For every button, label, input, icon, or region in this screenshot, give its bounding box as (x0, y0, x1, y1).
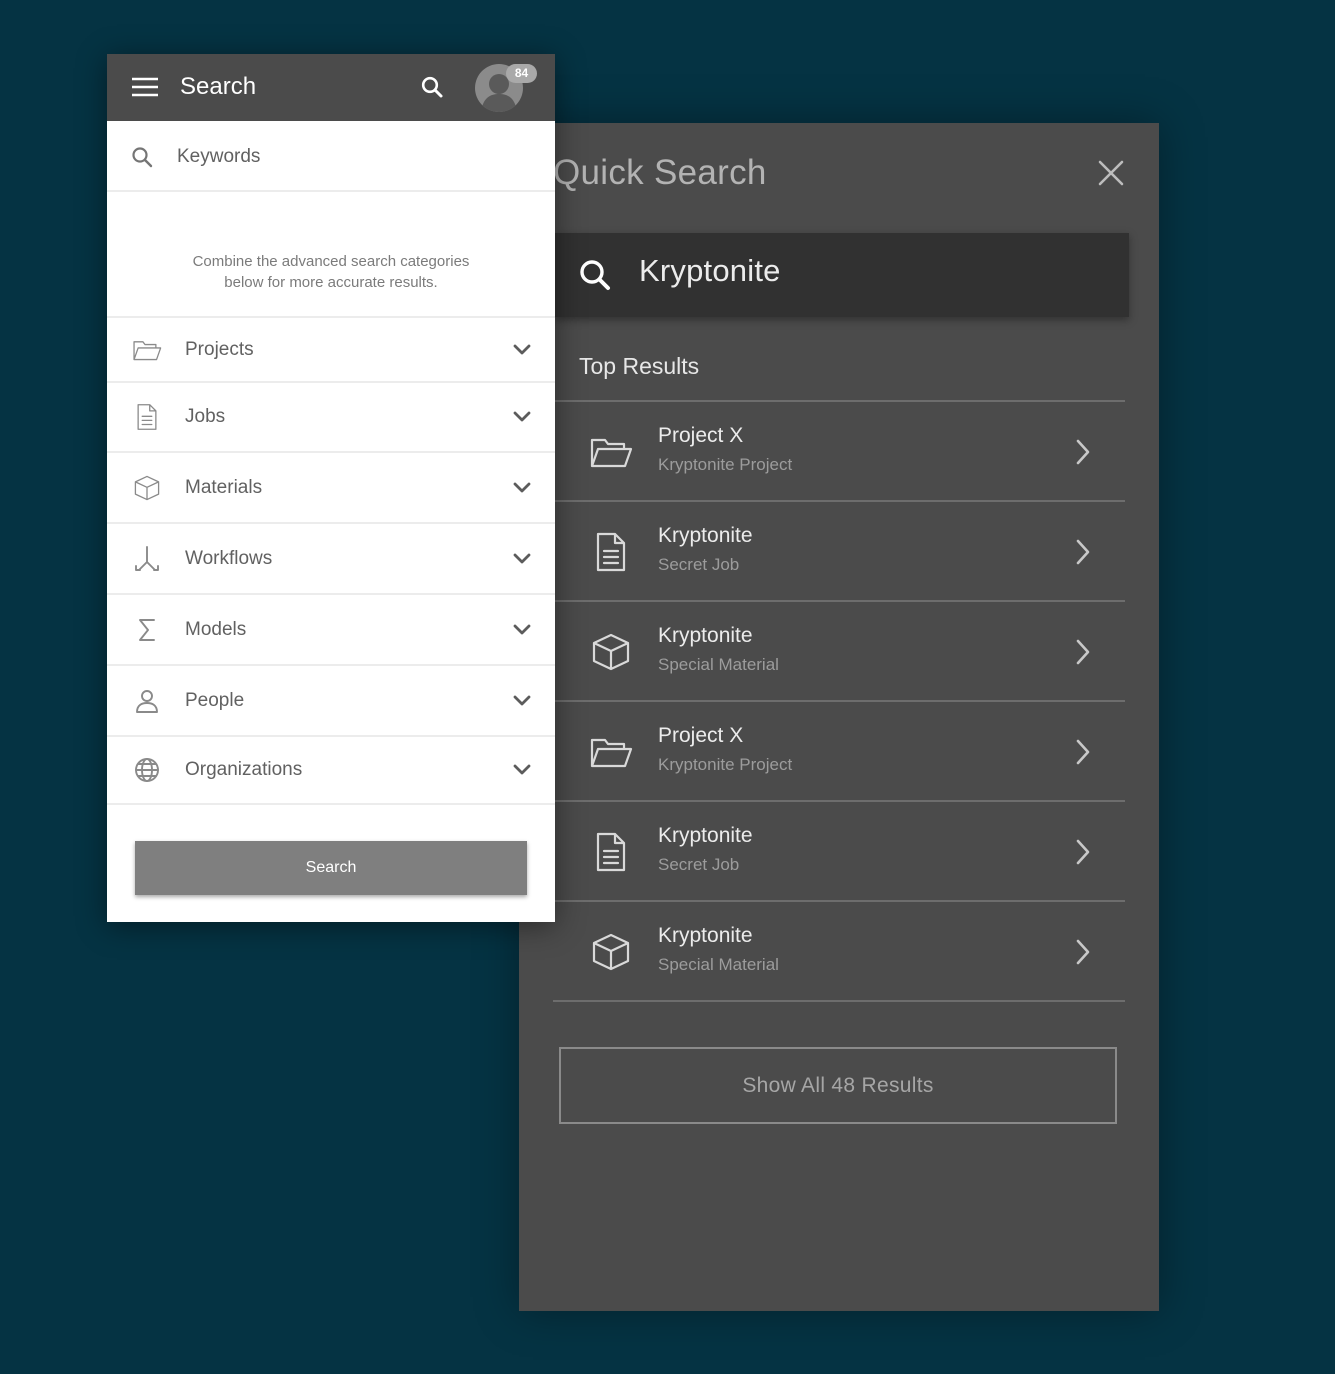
app-bar-title: Search (180, 73, 257, 100)
keywords-input[interactable] (177, 141, 517, 173)
search-icon (132, 147, 153, 168)
sigma-icon (132, 615, 162, 645)
result-row[interactable]: Project X Kryptonite Project (553, 702, 1125, 802)
result-subtitle: Special Material (658, 655, 779, 674)
category-label: Jobs (185, 406, 226, 427)
result-title: Kryptonite (658, 524, 753, 547)
document-icon (589, 832, 633, 872)
search-button[interactable]: Search (135, 841, 527, 895)
category-models[interactable]: Models (107, 595, 555, 666)
close-icon[interactable] (1097, 159, 1125, 187)
chevron-down-icon[interactable] (511, 619, 533, 641)
result-subtitle: Secret Job (658, 555, 740, 574)
search-hint: Combine the advanced search categories b… (147, 251, 515, 293)
globe-icon (132, 755, 162, 785)
result-row[interactable]: Kryptonite Secret Job (553, 502, 1125, 602)
notification-badge: 84 (506, 64, 537, 83)
keywords-row (107, 121, 555, 192)
hamburger-menu-icon[interactable] (132, 77, 158, 97)
category-workflows[interactable]: Workflows (107, 524, 555, 595)
result-subtitle: Kryptonite Project (658, 455, 793, 474)
quick-search-query[interactable]: Kryptonite (639, 253, 781, 289)
result-subtitle: Kryptonite Project (658, 755, 793, 774)
chevron-right-icon (1076, 939, 1090, 965)
search-icon[interactable] (420, 75, 444, 99)
chevron-right-icon (1076, 439, 1090, 465)
document-icon (132, 402, 162, 432)
category-organizations[interactable]: Organizations (107, 737, 555, 805)
chevron-down-icon[interactable] (511, 406, 533, 428)
category-label: Models (185, 619, 247, 640)
top-results-heading: Top Results (579, 353, 700, 379)
search-hint-line1: Combine the advanced search categories (192, 253, 470, 270)
result-title: Kryptonite (658, 924, 753, 947)
chevron-right-icon (1076, 739, 1090, 765)
quick-search-title: Quick Search (553, 153, 767, 192)
result-title: Kryptonite (658, 624, 753, 647)
category-label: Materials (185, 477, 263, 498)
chevron-down-icon[interactable] (511, 759, 533, 781)
result-row[interactable]: Project X Kryptonite Project (553, 402, 1125, 502)
chevron-down-icon[interactable] (511, 477, 533, 499)
chevron-right-icon (1076, 539, 1090, 565)
quick-search-field[interactable]: Kryptonite (555, 233, 1129, 317)
result-row[interactable]: Kryptonite Secret Job (553, 802, 1125, 902)
category-label: Workflows (185, 548, 273, 569)
folder-icon (132, 335, 162, 365)
app-bar: Search 84 (107, 54, 555, 121)
category-jobs[interactable]: Jobs (107, 383, 555, 453)
document-icon (589, 532, 633, 572)
workflow-icon (132, 544, 162, 574)
folder-icon (589, 732, 633, 772)
folder-icon (589, 432, 633, 472)
chevron-down-icon[interactable] (511, 339, 533, 361)
category-people[interactable]: People (107, 666, 555, 737)
cube-icon (132, 473, 162, 503)
results-list: Project X Kryptonite Project Kryptonite Sec… (553, 400, 1125, 1002)
chevron-down-icon[interactable] (511, 690, 533, 712)
result-row[interactable]: Kryptonite Special Material (553, 902, 1125, 1002)
search-icon (580, 260, 610, 290)
search-hint-line2: below for more accurate results. (224, 274, 438, 291)
show-all-results-button[interactable]: Show All 48 Results (559, 1047, 1117, 1124)
result-subtitle: Special Material (658, 955, 779, 974)
category-list: Projects Jobs Materials Workflows Models Peop… (107, 316, 555, 805)
quick-search-panel: Quick Search Kryptonite Top Results Proj… (519, 123, 1159, 1311)
category-label: Organizations (185, 759, 303, 780)
cube-icon (589, 932, 633, 972)
category-materials[interactable]: Materials (107, 453, 555, 524)
result-row[interactable]: Kryptonite Special Material (553, 602, 1125, 702)
chevron-right-icon (1076, 839, 1090, 865)
result-title: Project X (658, 724, 744, 747)
cube-icon (589, 632, 633, 672)
person-icon (132, 686, 162, 716)
chevron-down-icon[interactable] (511, 548, 533, 570)
chevron-right-icon (1076, 639, 1090, 665)
advanced-search-panel: Search 84 Combine the advanced search ca… (107, 54, 555, 922)
result-subtitle: Secret Job (658, 855, 740, 874)
category-label: People (185, 690, 245, 711)
category-label: Projects (185, 339, 254, 360)
result-title: Kryptonite (658, 824, 753, 847)
category-projects[interactable]: Projects (107, 318, 555, 383)
result-title: Project X (658, 424, 744, 447)
